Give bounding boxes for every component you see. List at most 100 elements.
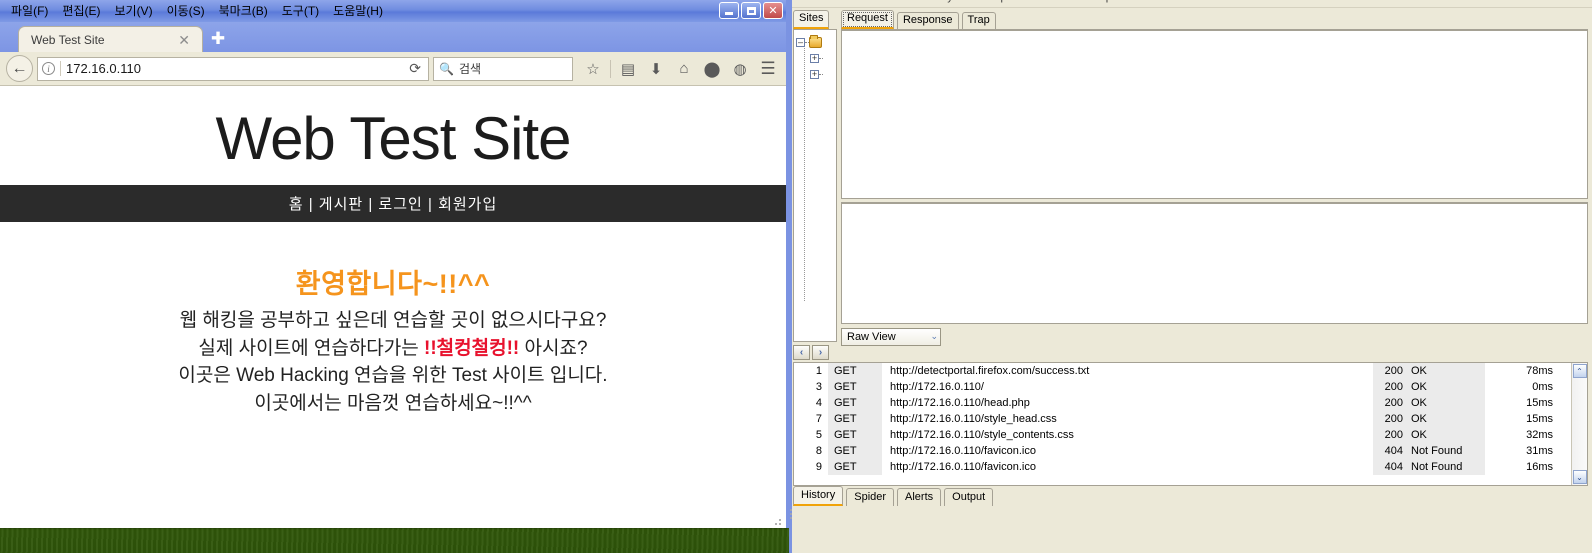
cell-reason: OK xyxy=(1407,427,1485,443)
scroll-down-icon[interactable]: ⌄ xyxy=(1572,470,1587,484)
zap-menu-edit[interactable]: Edit xyxy=(839,0,858,3)
close-button[interactable]: ✕ xyxy=(763,2,783,19)
tab-spider[interactable]: Spider xyxy=(846,488,895,506)
request-header-textarea[interactable] xyxy=(841,29,1588,199)
home-icon[interactable]: ⌂ xyxy=(672,57,696,81)
menu-item-view[interactable]: 보기(V) xyxy=(107,1,159,22)
maximize-button[interactable] xyxy=(741,2,761,19)
request-tabrow: Request Response Trap xyxy=(841,10,1588,29)
search-icon: 🔍 xyxy=(439,61,454,76)
firefox-browser-window: 파일(F) 편집(E) 보기(V) 이동(S) 북마크(B) 도구(T) 도움말… xyxy=(0,0,789,528)
table-row[interactable]: 3 GET http://172.16.0.110/ 200 OK 0ms xyxy=(794,379,1571,395)
bookmark-star-icon[interactable]: ☆ xyxy=(581,57,605,81)
tree-row-root[interactable]: – xyxy=(796,34,834,50)
sites-tree[interactable]: – + + xyxy=(793,29,837,342)
firefox-tabstrip: Web Test Site ✕ ✚ xyxy=(0,22,786,52)
menu-item-bookmarks[interactable]: 북마크(B) xyxy=(212,1,275,22)
back-button[interactable]: ← xyxy=(6,55,33,82)
search-input-placeholder[interactable]: 검색 xyxy=(459,60,481,77)
url-input[interactable]: 172.16.0.110 xyxy=(66,61,404,76)
sync-icon[interactable]: ◍ xyxy=(728,57,752,81)
scroll-up-icon[interactable]: ⌃ xyxy=(1572,364,1587,378)
table-row[interactable]: 4 GET http://172.16.0.110/head.php 200 O… xyxy=(794,395,1571,411)
body-line-4: 이곳에서는 마음껏 연습하세요~!!^^ xyxy=(0,390,786,418)
menu-item-go[interactable]: 이동(S) xyxy=(160,1,212,22)
tab-output[interactable]: Output xyxy=(944,488,994,506)
request-body-textarea[interactable] xyxy=(841,202,1588,324)
site-info-icon[interactable]: i xyxy=(42,62,55,75)
zap-menu-report[interactable]: Report xyxy=(987,0,1020,3)
sites-tabrow: Sites xyxy=(793,10,837,29)
cell-id: 4 xyxy=(815,397,822,409)
body-line-2-pre: 실제 사이트에 연습하다가는 xyxy=(198,337,425,359)
table-row[interactable]: 9 GET http://172.16.0.110/favicon.ico 40… xyxy=(794,459,1571,475)
minimize-button[interactable] xyxy=(719,2,739,19)
browser-tab-label: Web Test Site xyxy=(31,32,105,47)
tree-row-child-1[interactable]: + xyxy=(796,50,834,66)
table-row[interactable]: 7 GET http://172.16.0.110/style_head.css… xyxy=(794,411,1571,427)
cell-method: GET xyxy=(828,459,882,475)
sites-prev-button[interactable]: ‹ xyxy=(793,344,810,360)
pocket-icon[interactable]: ⬤ xyxy=(700,57,724,81)
cell-method: GET xyxy=(828,379,882,395)
tab-response[interactable]: Response xyxy=(896,12,959,29)
tab-history[interactable]: History xyxy=(793,486,844,506)
tab-request[interactable]: Request xyxy=(841,10,894,29)
cell-method: GET xyxy=(828,411,882,427)
browser-tab[interactable]: Web Test Site ✕ xyxy=(18,26,203,52)
zap-menu-tools[interactable]: Tools xyxy=(1042,0,1068,3)
cell-method: GET xyxy=(828,363,882,379)
raw-view-dropdown[interactable]: Raw View ⌄ xyxy=(841,327,941,346)
menu-item-tools[interactable]: 도구(T) xyxy=(275,1,326,22)
cell-code: 200 xyxy=(1373,395,1407,411)
firefox-menubar: 파일(F) 편집(E) 보기(V) 이동(S) 북마크(B) 도구(T) 도움말… xyxy=(0,0,390,22)
cell-id: 1 xyxy=(815,365,822,377)
hamburger-menu-icon[interactable]: ☰ xyxy=(756,57,780,81)
tree-expand-toggle[interactable]: + xyxy=(810,69,819,79)
body-line-1: 웹 해킹을 공부하고 싶은데 연습할 곳이 없으시다구요? xyxy=(0,307,786,335)
tab-trap[interactable]: Trap xyxy=(961,12,996,29)
address-bar[interactable]: i 172.16.0.110 ⟳ xyxy=(37,56,429,81)
zap-menu-file[interactable]: File xyxy=(799,0,817,3)
sites-next-button[interactable]: › xyxy=(812,344,829,360)
body-line-2-post: 아시죠? xyxy=(519,337,588,359)
cell-time: 78ms xyxy=(1526,365,1553,377)
zap-menu-analyse[interactable]: Analyse xyxy=(925,0,964,3)
view-selector-row: Raw View ⌄ xyxy=(841,324,1588,346)
nav-link-signup[interactable]: 회원가입 xyxy=(438,196,497,213)
nav-link-board[interactable]: 게시판 xyxy=(319,196,363,213)
sites-pager: ‹ › xyxy=(793,342,837,360)
zap-splitter-grip[interactable] xyxy=(790,509,796,519)
cell-time: 16ms xyxy=(1526,461,1553,473)
table-row[interactable]: 8 GET http://172.16.0.110/favicon.ico 40… xyxy=(794,443,1571,459)
tree-collapse-toggle[interactable]: – xyxy=(796,37,805,47)
table-row[interactable]: 1 GET http://detectportal.firefox.com/su… xyxy=(794,363,1571,379)
menu-item-file[interactable]: 파일(F) xyxy=(4,1,55,22)
downloads-icon[interactable]: ⬇ xyxy=(644,57,668,81)
zap-application-window: File Edit View Analyse Report Tools Help… xyxy=(789,0,1592,553)
tree-connector-line xyxy=(804,48,805,301)
table-row[interactable]: 5 GET http://172.16.0.110/style_contents… xyxy=(794,427,1571,443)
tab-close-icon[interactable]: ✕ xyxy=(174,33,194,47)
history-scrollbar[interactable]: ⌃ ⌄ xyxy=(1571,363,1587,485)
cell-reason: OK xyxy=(1407,411,1485,427)
search-box[interactable]: 🔍 검색 xyxy=(433,56,573,81)
tab-alerts[interactable]: Alerts xyxy=(897,488,942,506)
library-icon[interactable]: ▤ xyxy=(616,57,640,81)
cell-code: 200 xyxy=(1373,379,1407,395)
window-resize-grip[interactable] xyxy=(774,516,784,526)
reload-icon[interactable]: ⟳ xyxy=(409,60,424,77)
history-table[interactable]: 1 GET http://detectportal.firefox.com/su… xyxy=(794,363,1571,485)
menu-item-edit[interactable]: 편집(E) xyxy=(55,1,107,22)
cell-code: 200 xyxy=(1373,363,1407,379)
tree-row-child-2[interactable]: + xyxy=(796,66,834,82)
zap-menu-help[interactable]: Help xyxy=(1089,0,1112,3)
tab-sites[interactable]: Sites xyxy=(793,10,830,29)
nav-link-home[interactable]: 홈 xyxy=(289,196,304,213)
menu-item-help[interactable]: 도움말(H) xyxy=(326,1,390,22)
toolbar-icon-group: ☆ ▤ ⬇ ⌂ ⬤ ◍ ☰ xyxy=(577,57,780,81)
nav-link-login[interactable]: 로그인 xyxy=(378,196,422,213)
zap-menu-view[interactable]: View xyxy=(880,0,904,3)
tree-expand-toggle[interactable]: + xyxy=(810,53,819,63)
new-tab-icon[interactable]: ✚ xyxy=(205,26,231,52)
